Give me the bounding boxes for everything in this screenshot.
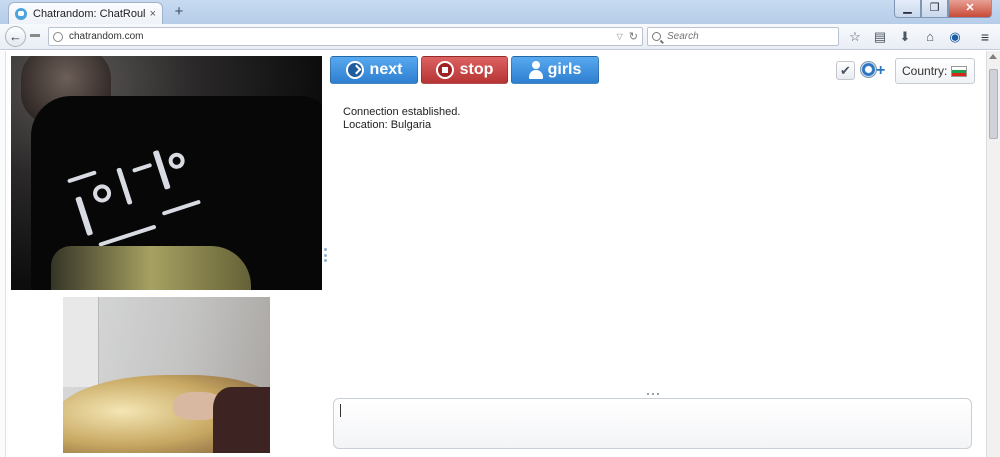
globe-icon xyxy=(53,31,63,42)
chat-message: Connection established. xyxy=(343,106,461,118)
new-tab-button[interactable]: + xyxy=(170,3,188,21)
tab-title: Chatrandom: ChatRoulette... xyxy=(33,7,146,20)
navigation-bar: ← ▬ chatrandom.com ▽ ↻ ☆ ▤ ⬇ ⌂ ◉ ≡ xyxy=(0,24,1000,50)
tab-close-button[interactable]: × xyxy=(150,8,156,20)
url-bar[interactable]: chatrandom.com ▽ ↻ xyxy=(48,27,643,46)
country-selector[interactable]: Country: xyxy=(895,58,975,84)
person-icon xyxy=(528,61,543,79)
next-button-label: next xyxy=(369,61,403,78)
close-window-button[interactable]: ✕ xyxy=(948,0,992,18)
scrollbar[interactable] xyxy=(986,51,1000,457)
title-bar: Chatrandom: ChatRoulette... × + ▁ ❐ ✕ xyxy=(0,0,1000,24)
self-video xyxy=(63,297,270,453)
minimize-button[interactable]: ▁ xyxy=(894,0,921,18)
webcam-add-icon[interactable]: + xyxy=(858,59,888,81)
back-button[interactable]: ← xyxy=(5,26,26,47)
scroll-up-icon[interactable] xyxy=(989,54,997,59)
star-icon[interactable]: ☆ xyxy=(846,28,864,46)
panel-resize-handle[interactable] xyxy=(324,248,327,262)
search-input[interactable] xyxy=(667,31,834,42)
text-caret xyxy=(340,404,341,417)
country-label: Country: xyxy=(902,64,948,78)
search-bar[interactable] xyxy=(647,27,839,46)
webcam-icon xyxy=(860,61,877,78)
search-icon xyxy=(652,32,661,41)
scroll-thumb[interactable] xyxy=(989,69,998,139)
stop-button-label: stop xyxy=(459,61,494,78)
toolbar-icons: ☆ ▤ ⬇ ⌂ ◉ xyxy=(846,28,971,46)
stop-button[interactable]: stop xyxy=(421,56,508,84)
chevron-right-icon xyxy=(345,61,364,79)
stop-icon xyxy=(435,61,454,79)
maximize-button[interactable]: ❐ xyxy=(921,0,948,18)
chat-input[interactable] xyxy=(333,398,972,449)
chat-bubble-icon xyxy=(15,7,27,20)
bulgaria-flag-icon xyxy=(951,65,968,77)
page-info-icon[interactable]: ▬ xyxy=(30,30,42,40)
extension-icon[interactable]: ◉ xyxy=(946,28,964,46)
next-button[interactable]: next xyxy=(330,56,418,84)
stranger-video xyxy=(11,56,322,290)
reading-list-icon[interactable]: ▤ xyxy=(871,28,889,46)
hamburger-menu-icon[interactable]: ≡ xyxy=(976,28,994,46)
left-margin xyxy=(0,51,6,457)
chat-page: next stop girls ✔ + Country: Connection … xyxy=(0,51,1000,457)
browser-tab[interactable]: Chatrandom: ChatRoulette... × xyxy=(8,2,163,24)
reload-icon[interactable]: ↻ xyxy=(629,30,638,43)
chat-log: Connection established. Location: Bulgar… xyxy=(343,106,963,132)
download-icon[interactable]: ⬇ xyxy=(896,28,914,46)
url-history-dropdown-icon[interactable]: ▽ xyxy=(617,32,623,41)
chat-resize-handle[interactable] xyxy=(647,393,659,396)
girls-button-label: girls xyxy=(547,61,582,78)
plus-icon: + xyxy=(876,62,886,79)
chat-message: Location: Bulgaria xyxy=(343,119,432,131)
check-icon[interactable]: ✔ xyxy=(836,61,855,80)
url-text[interactable]: chatrandom.com xyxy=(69,31,617,42)
girls-button[interactable]: girls xyxy=(511,56,599,84)
window-controls: ▁ ❐ ✕ xyxy=(894,0,992,18)
home-icon[interactable]: ⌂ xyxy=(921,28,939,46)
